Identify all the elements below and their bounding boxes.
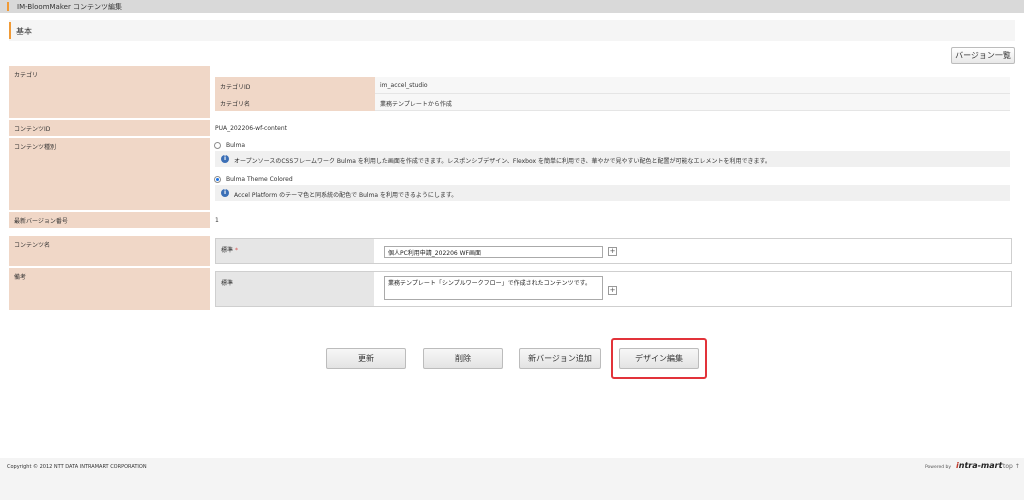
info-icon: i: [221, 155, 229, 163]
section-marker-icon: [9, 22, 11, 39]
remarks-locale-label: 標準: [216, 272, 374, 306]
content-name-input[interactable]: [384, 246, 603, 258]
content-name-label: コンテンツ名: [9, 236, 210, 266]
radio-bulma-label[interactable]: Bulma: [226, 142, 245, 149]
app-title: IM-BloomMaker コンテンツ編集: [17, 3, 123, 11]
info-icon: i: [221, 189, 229, 197]
latest-version-label: 最新バージョン番号: [9, 212, 210, 228]
title-marker-icon: [7, 2, 9, 11]
section-title: 基本: [16, 27, 32, 36]
delete-button[interactable]: 削除: [423, 348, 503, 369]
remarks-locale-row: 標準 業務テンプレート「シンプルワークフロー」で作成されたコンテンツです。 +: [215, 271, 1012, 307]
radio-bulma-theme-colored[interactable]: [214, 176, 221, 183]
category-name-label: カテゴリ名: [215, 94, 375, 111]
radio-bulma[interactable]: [214, 142, 221, 149]
category-id-value: im_accel_studio: [375, 77, 1010, 94]
bulma-description: i オープンソースのCSSフレームワーク Bulma を利用した画面を作成できま…: [215, 151, 1010, 167]
section-header: 基本: [9, 20, 1015, 41]
top-link[interactable]: top ↑: [1003, 463, 1020, 470]
app-title-bar: IM-BloomMaker コンテンツ編集: [0, 0, 1024, 13]
content-name-locale-label: 標準 *: [216, 239, 374, 263]
remarks-textarea[interactable]: 業務テンプレート「シンプルワークフロー」で作成されたコンテンツです。: [384, 276, 603, 300]
plus-icon[interactable]: +: [608, 286, 617, 295]
remarks-label: 備考: [9, 268, 210, 310]
category-label: カテゴリ: [9, 66, 210, 118]
content-name-cell: 標準 * +: [210, 236, 1015, 266]
design-edit-highlight: [611, 338, 707, 379]
footer: Copyright © 2012 NTT DATA INTRAMART CORP…: [0, 458, 1024, 500]
content-id-label: コンテンツID: [9, 120, 210, 136]
copyright-text: Copyright © 2012 NTT DATA INTRAMART CORP…: [7, 464, 147, 470]
category-cell: カテゴリID im_accel_studio カテゴリ名 業務テンプレートから作…: [210, 66, 1015, 118]
category-name-value: 業務テンプレートから作成: [375, 94, 1010, 111]
content-id-value: PUA_202206-wf-content: [215, 125, 288, 132]
remarks-cell: 標準 業務テンプレート「シンプルワークフロー」で作成されたコンテンツです。 +: [210, 268, 1015, 310]
bulma-theme-colored-description: i Accel Platform のテーマ色と同系統の配色で Bulma を利用…: [215, 185, 1010, 201]
plus-icon[interactable]: +: [608, 247, 617, 256]
content-type-cell: Bulma i オープンソースのCSSフレームワーク Bulma を利用した画面…: [210, 138, 1015, 210]
update-button[interactable]: 更新: [326, 348, 406, 369]
intra-mart-logo: intra-mart: [956, 461, 1003, 470]
version-list-button[interactable]: バージョン一覧: [951, 47, 1015, 64]
latest-version-value: 1: [215, 217, 219, 224]
required-mark: *: [234, 247, 238, 254]
content-name-locale-row: 標準 * +: [215, 238, 1012, 264]
radio-bulma-theme-colored-label[interactable]: Bulma Theme Colored: [226, 176, 293, 183]
content-type-label: コンテンツ種別: [9, 138, 210, 210]
add-version-button[interactable]: 新バージョン追加: [519, 348, 601, 369]
powered-by-text: Powered by: [925, 465, 952, 470]
category-id-label: カテゴリID: [215, 77, 375, 94]
